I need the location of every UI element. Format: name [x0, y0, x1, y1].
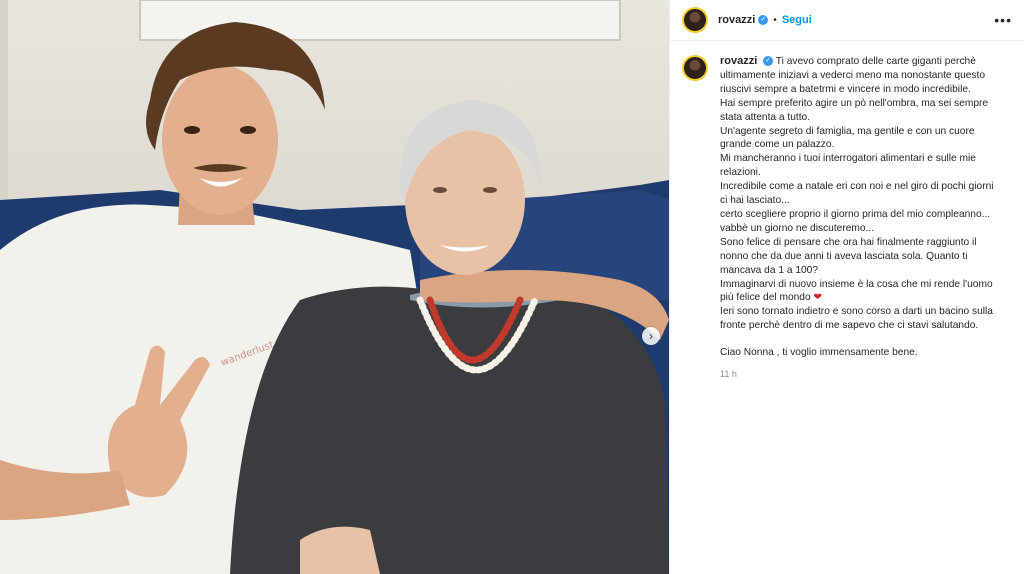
next-photo-button[interactable]: › [642, 327, 660, 345]
caption-line: certo scegliere proprio il giorno prima … [720, 208, 991, 220]
photo-illustration: wanderlust [0, 0, 669, 574]
verified-badge-icon: ✓ [758, 15, 769, 25]
more-options-icon[interactable]: ••• [994, 12, 1012, 28]
caption-line: ultimamente iniziavi a vederci meno ma n… [720, 69, 986, 81]
avatar[interactable] [682, 7, 708, 33]
caption-line: più felice del mondo [720, 292, 811, 304]
instagram-post: wanderlust › rovazzi ✓ • Segui ••• rovaz… [0, 0, 1024, 574]
caption-line: ci hai lasciato... [720, 195, 790, 207]
post-sidebar: rovazzi ✓ • Segui ••• rovazzi ✓ Ti avevo… [669, 0, 1024, 574]
caption-closing: Ciao Nonna , ti voglio immensamente bene… [720, 347, 918, 359]
caption-line: Ti avevo comprato delle carte giganti pe… [775, 56, 976, 67]
caption-body: rovazzi ✓ Ti avevo comprato delle carte … [720, 55, 1010, 382]
heart-icon: ❤ [813, 292, 823, 304]
caption-line: mancava da 1 a 100? [720, 264, 818, 276]
caption-line: Sono felice di pensare che ora hai final… [720, 236, 977, 248]
post-timestamp[interactable]: 11 h [720, 368, 1010, 382]
grandmother-sweater [230, 286, 669, 574]
caption-avatar[interactable] [682, 55, 708, 81]
caption-line: relazioni. [720, 167, 761, 179]
caption-line: Mi mancheranno i tuoi interrogatori alim… [720, 153, 976, 165]
caption-line: riuscivi sempre a batetrmi e vincere in … [720, 83, 971, 95]
caption-line: Immaginarvi di nuovo insieme è la cosa c… [720, 278, 993, 290]
man-face [162, 65, 278, 215]
caption-line: fronte perchè dentro di me sapevo che ci… [720, 320, 979, 332]
post-photo[interactable]: wanderlust › [0, 0, 669, 574]
caption-line: Incredibile come a natale eri con noi e … [720, 181, 994, 193]
header-username[interactable]: rovazzi [718, 14, 755, 26]
separator-dot: • [773, 14, 777, 26]
caption-line: Ieri sono tornato indietro e sono corso … [720, 306, 993, 318]
caption: rovazzi ✓ Ti avevo comprato delle carte … [670, 41, 1024, 382]
verified-badge-icon: ✓ [763, 56, 774, 67]
caption-line: grande come un palazzo. [720, 139, 835, 151]
follow-button[interactable]: Segui [782, 14, 812, 26]
caption-line: Hai sempre preferito agire un pò nell'om… [720, 97, 989, 109]
caption-username[interactable]: rovazzi [720, 55, 757, 67]
post-header: rovazzi ✓ • Segui ••• [670, 0, 1024, 41]
caption-line: vabbè un giorno ne discuteremo... [720, 222, 875, 234]
caption-line: nonno che da due anni ti aveva lasciata … [720, 250, 968, 262]
caption-line: stata attenta a tutto. [720, 111, 811, 123]
caption-line: Un'agente segreto di famiglia, ma gentil… [720, 125, 975, 137]
